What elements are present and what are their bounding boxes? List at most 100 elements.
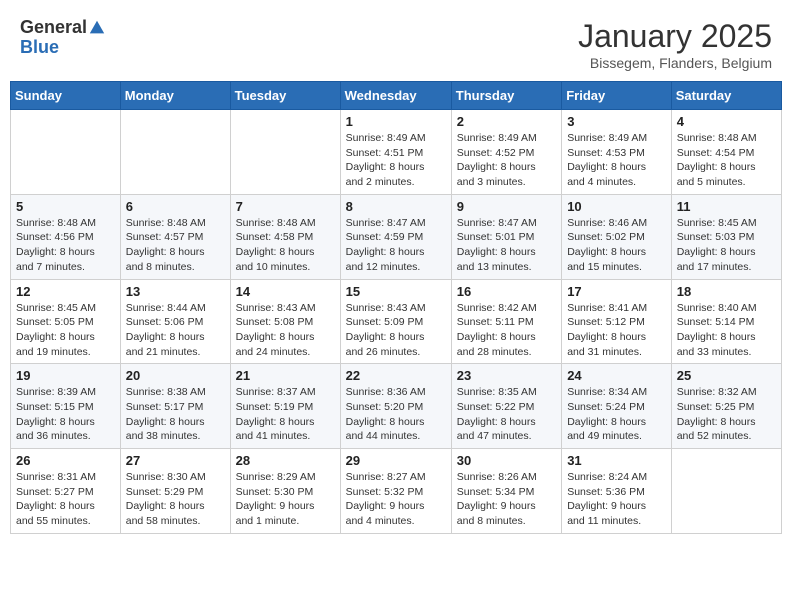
day-number: 3 [567,114,666,129]
day-info: Sunrise: 8:45 AM Sunset: 5:05 PM Dayligh… [16,301,115,360]
calendar-cell: 13Sunrise: 8:44 AM Sunset: 5:06 PM Dayli… [120,279,230,364]
day-info: Sunrise: 8:42 AM Sunset: 5:11 PM Dayligh… [457,301,556,360]
day-info: Sunrise: 8:45 AM Sunset: 5:03 PM Dayligh… [677,216,776,275]
day-info: Sunrise: 8:32 AM Sunset: 5:25 PM Dayligh… [677,385,776,444]
day-info: Sunrise: 8:48 AM Sunset: 4:58 PM Dayligh… [236,216,335,275]
day-info: Sunrise: 8:49 AM Sunset: 4:53 PM Dayligh… [567,131,666,190]
day-number: 9 [457,199,556,214]
logo: General Blue [20,18,106,58]
calendar-cell: 2 Sunrise: 8:49 AM Sunset: 4:52 PM Daylig… [451,110,561,195]
calendar-cell: 9Sunrise: 8:47 AM Sunset: 5:01 PM Daylig… [451,194,561,279]
day-info: Sunrise: 8:39 AM Sunset: 5:15 PM Dayligh… [16,385,115,444]
day-number: 1 [346,114,446,129]
logo-icon [88,19,106,37]
day-number: 14 [236,284,335,299]
calendar-cell: 10 Sunrise: 8:46 AM Sunset: 5:02 PM Dayli… [562,194,672,279]
day-number: 30 [457,453,556,468]
day-number: 5 [16,199,115,214]
day-info: Sunrise: 8:49 AM Sunset: 4:52 PM Dayligh… [457,131,556,190]
calendar-cell: 20 Sunrise: 8:38 AM Sunset: 5:17 PM Dayli… [120,364,230,449]
calendar-cell: 3 Sunrise: 8:49 AM Sunset: 4:53 PM Daylig… [562,110,672,195]
weekday-header-saturday: Saturday [671,82,781,110]
day-info: Sunrise: 8:31 AM Sunset: 5:27 PM Dayligh… [16,470,115,529]
calendar-cell: 21 Sunrise: 8:37 AM Sunset: 5:19 PM Dayli… [230,364,340,449]
calendar-cell: 12Sunrise: 8:45 AM Sunset: 5:05 PM Dayli… [11,279,121,364]
day-number: 24 [567,368,666,383]
day-info: Sunrise: 8:43 AM Sunset: 5:08 PM Dayligh… [236,301,335,360]
calendar-cell: 30 Sunrise: 8:26 AM Sunset: 5:34 PM Dayli… [451,449,561,534]
calendar-cell: 19 Sunrise: 8:39 AM Sunset: 5:15 PM Dayli… [11,364,121,449]
calendar-cell: 26 Sunrise: 8:31 AM Sunset: 5:27 PM Dayli… [11,449,121,534]
day-number: 21 [236,368,335,383]
day-info: Sunrise: 8:29 AM Sunset: 5:30 PM Dayligh… [236,470,335,529]
day-number: 8 [346,199,446,214]
weekday-header-thursday: Thursday [451,82,561,110]
calendar-cell: 11 Sunrise: 8:45 AM Sunset: 5:03 PM Dayli… [671,194,781,279]
calendar-cell: 7 Sunrise: 8:48 AM Sunset: 4:58 PM Daylig… [230,194,340,279]
day-number: 27 [126,453,225,468]
day-number: 28 [236,453,335,468]
title-area: January 2025 Bissegem, Flanders, Belgium [578,18,772,71]
calendar-cell: 16 Sunrise: 8:42 AM Sunset: 5:11 PM Dayli… [451,279,561,364]
calendar-cell: 25Sunrise: 8:32 AM Sunset: 5:25 PM Dayli… [671,364,781,449]
calendar-cell: 8 Sunrise: 8:47 AM Sunset: 4:59 PM Daylig… [340,194,451,279]
weekday-header-sunday: Sunday [11,82,121,110]
header: General Blue January 2025 Bissegem, Flan… [10,10,782,77]
day-number: 15 [346,284,446,299]
day-info: Sunrise: 8:46 AM Sunset: 5:02 PM Dayligh… [567,216,666,275]
day-number: 23 [457,368,556,383]
calendar-cell: 5 Sunrise: 8:48 AM Sunset: 4:56 PM Daylig… [11,194,121,279]
day-number: 7 [236,199,335,214]
calendar-cell: 18Sunrise: 8:40 AM Sunset: 5:14 PM Dayli… [671,279,781,364]
calendar-cell [230,110,340,195]
day-number: 4 [677,114,776,129]
calendar: SundayMondayTuesdayWednesdayThursdayFrid… [10,81,782,534]
weekday-header-monday: Monday [120,82,230,110]
month-title: January 2025 [578,18,772,55]
day-info: Sunrise: 8:27 AM Sunset: 5:32 PM Dayligh… [346,470,446,529]
weekday-header-friday: Friday [562,82,672,110]
calendar-cell: 15Sunrise: 8:43 AM Sunset: 5:09 PM Dayli… [340,279,451,364]
day-info: Sunrise: 8:38 AM Sunset: 5:17 PM Dayligh… [126,385,225,444]
calendar-cell: 28 Sunrise: 8:29 AM Sunset: 5:30 PM Dayli… [230,449,340,534]
day-number: 29 [346,453,446,468]
day-info: Sunrise: 8:48 AM Sunset: 4:56 PM Dayligh… [16,216,115,275]
day-info: Sunrise: 8:40 AM Sunset: 5:14 PM Dayligh… [677,301,776,360]
day-number: 13 [126,284,225,299]
calendar-cell: 17Sunrise: 8:41 AM Sunset: 5:12 PM Dayli… [562,279,672,364]
day-number: 6 [126,199,225,214]
day-number: 19 [16,368,115,383]
day-info: Sunrise: 8:49 AM Sunset: 4:51 PM Dayligh… [346,131,446,190]
day-number: 2 [457,114,556,129]
weekday-header-tuesday: Tuesday [230,82,340,110]
calendar-cell [671,449,781,534]
day-info: Sunrise: 8:36 AM Sunset: 5:20 PM Dayligh… [346,385,446,444]
logo-blue-text: Blue [20,38,106,58]
day-info: Sunrise: 8:35 AM Sunset: 5:22 PM Dayligh… [457,385,556,444]
day-number: 16 [457,284,556,299]
calendar-cell [120,110,230,195]
day-info: Sunrise: 8:48 AM Sunset: 4:54 PM Dayligh… [677,131,776,190]
day-number: 10 [567,199,666,214]
day-number: 31 [567,453,666,468]
day-info: Sunrise: 8:41 AM Sunset: 5:12 PM Dayligh… [567,301,666,360]
day-number: 11 [677,199,776,214]
day-info: Sunrise: 8:30 AM Sunset: 5:29 PM Dayligh… [126,470,225,529]
calendar-cell: 14 Sunrise: 8:43 AM Sunset: 5:08 PM Dayli… [230,279,340,364]
day-info: Sunrise: 8:26 AM Sunset: 5:34 PM Dayligh… [457,470,556,529]
calendar-cell: 6 Sunrise: 8:48 AM Sunset: 4:57 PM Daylig… [120,194,230,279]
calendar-cell: 31 Sunrise: 8:24 AM Sunset: 5:36 PM Dayli… [562,449,672,534]
calendar-cell [11,110,121,195]
day-info: Sunrise: 8:34 AM Sunset: 5:24 PM Dayligh… [567,385,666,444]
day-info: Sunrise: 8:24 AM Sunset: 5:36 PM Dayligh… [567,470,666,529]
calendar-cell: 1 Sunrise: 8:49 AM Sunset: 4:51 PM Daylig… [340,110,451,195]
day-info: Sunrise: 8:48 AM Sunset: 4:57 PM Dayligh… [126,216,225,275]
calendar-cell: 27 Sunrise: 8:30 AM Sunset: 5:29 PM Dayli… [120,449,230,534]
day-number: 26 [16,453,115,468]
day-info: Sunrise: 8:37 AM Sunset: 5:19 PM Dayligh… [236,385,335,444]
day-info: Sunrise: 8:47 AM Sunset: 4:59 PM Dayligh… [346,216,446,275]
day-number: 20 [126,368,225,383]
calendar-cell: 23 Sunrise: 8:35 AM Sunset: 5:22 PM Dayli… [451,364,561,449]
day-number: 22 [346,368,446,383]
weekday-header-wednesday: Wednesday [340,82,451,110]
